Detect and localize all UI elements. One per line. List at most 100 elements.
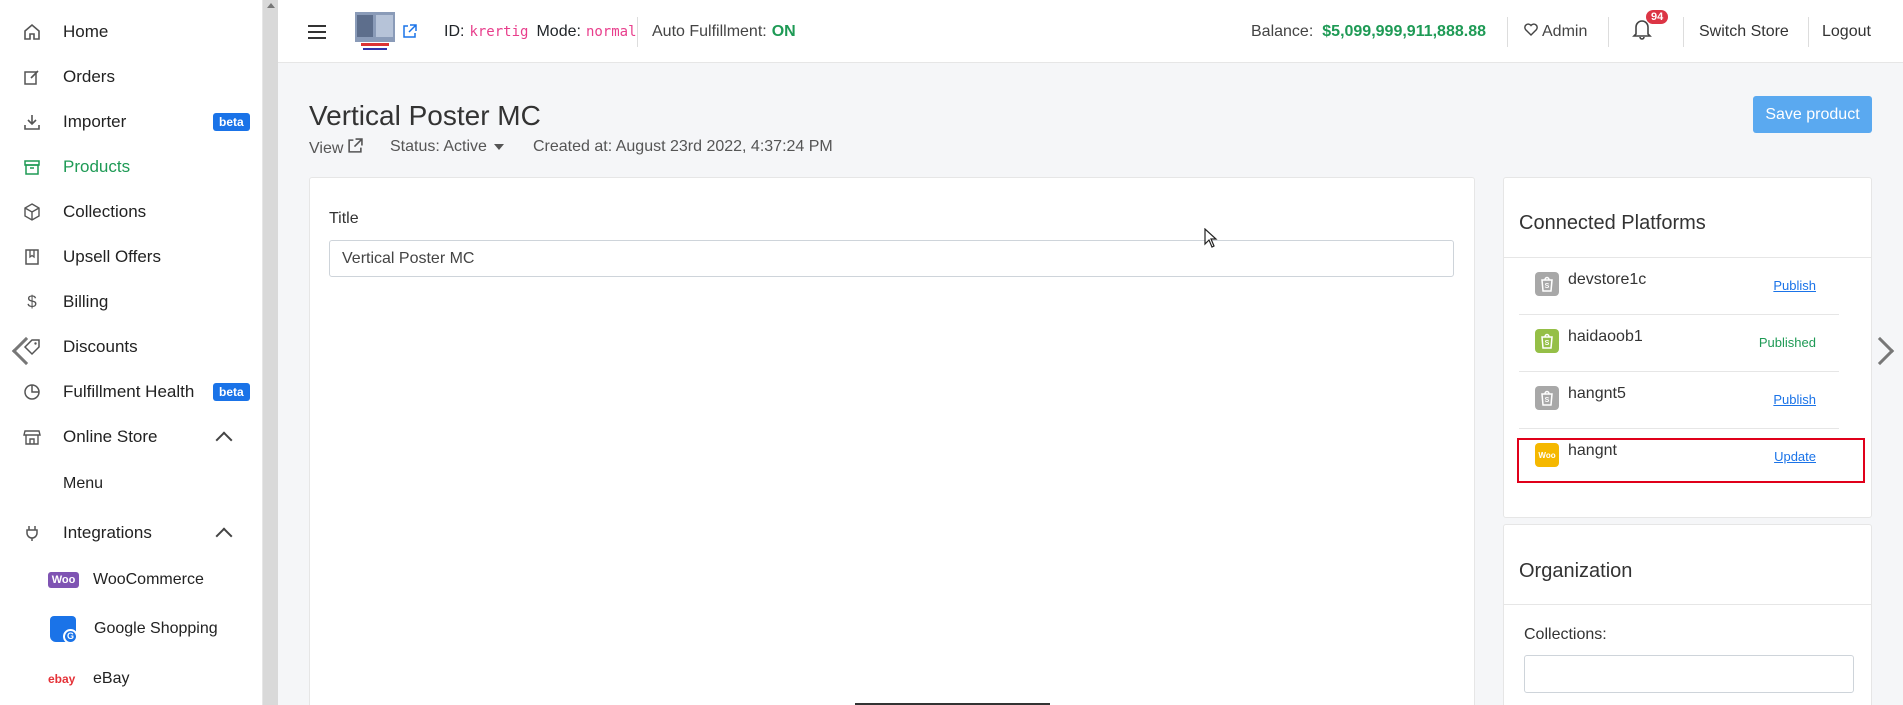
sidebar-item-upsell-offers[interactable]: Upsell Offers <box>0 234 263 279</box>
publish-link[interactable]: Publish <box>1773 392 1816 407</box>
admin-link[interactable]: Admin <box>1524 0 1587 63</box>
scroll-up-arrow-icon[interactable] <box>267 3 275 8</box>
edit-icon <box>22 67 42 87</box>
mode-value: normal <box>585 23 637 40</box>
logout-label: Logout <box>1822 22 1871 40</box>
mouse-cursor-icon <box>1204 227 1218 253</box>
auto-fulfillment-value: ON <box>771 22 796 40</box>
sidebar-item-importer[interactable]: Importer beta <box>0 99 263 144</box>
dollar-icon: $ <box>27 291 37 311</box>
view-link[interactable]: View <box>309 138 364 159</box>
box-icon <box>22 202 42 222</box>
sidebar-item-label: Integrations <box>63 522 152 542</box>
svg-text:S: S <box>1545 397 1550 404</box>
sidebar-item-label: Importer <box>63 111 127 131</box>
view-label: View <box>309 139 344 157</box>
created-at-text: Created at: August 23rd 2022, 4:37:24 PM <box>533 138 833 155</box>
divider <box>1608 17 1609 47</box>
sidebar-subitem-label: Google Shopping <box>94 619 218 637</box>
beta-badge: beta <box>213 112 250 131</box>
sidebar-item-label: Orders <box>63 66 115 86</box>
sidebar-item-label: Billing <box>63 291 109 311</box>
id-label: ID: <box>444 22 465 40</box>
logout-link[interactable]: Logout <box>1822 0 1871 63</box>
switch-store-label: Switch Store <box>1699 22 1789 40</box>
auto-fulfillment-label: Auto Fulfillment: <box>652 22 767 40</box>
shopify-icon: S <box>1535 329 1559 353</box>
sidebar-subitem-ebay[interactable]: ebay eBay <box>0 656 263 701</box>
sidebar-item-label: Home <box>63 21 109 41</box>
connected-platforms-heading: Connected Platforms <box>1519 212 1706 234</box>
sidebar-item-home[interactable]: Home <box>0 9 263 54</box>
mode-label: Mode: <box>536 22 581 40</box>
chevron-up-icon[interactable] <box>215 527 233 545</box>
store-id: ID: krertig Mode: normal <box>444 0 637 63</box>
divider <box>1504 604 1871 605</box>
sidebar: Home Orders Importer beta Products Colle… <box>0 0 263 705</box>
platform-row: S haidaoob1 Published <box>1519 315 1839 372</box>
sidebar-item-label: Collections <box>63 201 147 221</box>
caret-down-icon <box>493 144 504 150</box>
balance-value: $5,099,999,911,888.88 <box>1322 22 1486 40</box>
sidebar-item-label: Discounts <box>63 336 138 356</box>
sidebar-item-fulfillment-health[interactable]: Fulfillment Health beta <box>0 369 263 414</box>
divider <box>1808 17 1809 47</box>
platform-row: S hangnt5 Publish <box>1519 372 1839 429</box>
platform-name: hangnt5 <box>1568 385 1626 402</box>
status-dropdown[interactable]: Status: Active <box>390 138 504 156</box>
home-icon <box>22 22 42 42</box>
hamburger-menu-icon[interactable] <box>308 0 326 63</box>
sidebar-scrollbar[interactable] <box>263 0 278 705</box>
pie-chart-icon <box>22 382 42 402</box>
id-value: krertig <box>469 23 529 40</box>
sidebar-item-collections[interactable]: Collections <box>0 189 263 234</box>
sidebar-item-label: Products <box>63 156 131 176</box>
sidebar-subitem-menu[interactable]: Menu <box>0 461 263 506</box>
sidebar-item-online-store[interactable]: Online Store <box>0 414 263 459</box>
shopify-icon: S <box>1535 272 1559 296</box>
google-shopping-logo: G <box>48 614 78 644</box>
plug-icon <box>22 523 42 543</box>
woocommerce-logo: Woo <box>48 571 79 588</box>
status-label: Status: Active <box>390 138 487 155</box>
sidebar-subitem-google-shopping[interactable]: G Google Shopping <box>0 606 263 651</box>
publish-link[interactable]: Publish <box>1773 278 1816 293</box>
heart-icon <box>1524 22 1538 41</box>
page-title: Vertical Poster MC <box>309 100 541 131</box>
svg-text:S: S <box>1545 283 1550 290</box>
archive-icon <box>22 157 42 177</box>
divider <box>1683 17 1684 47</box>
ebay-logo: ebay <box>48 671 76 686</box>
sidebar-item-billing[interactable]: $ Billing <box>0 279 263 324</box>
shopify-icon: S <box>1535 386 1559 410</box>
published-status: Published <box>1758 335 1816 350</box>
collections-label: Collections: <box>1524 626 1607 643</box>
created-at: Created at: August 23rd 2022, 4:37:24 PM <box>533 138 833 156</box>
svg-text:S: S <box>1545 340 1550 347</box>
title-label: Title <box>329 210 359 227</box>
platform-name: haidaoob1 <box>1568 328 1643 345</box>
sidebar-subitem-label: eBay <box>93 669 130 687</box>
sidebar-item-orders[interactable]: Orders <box>0 54 263 99</box>
beta-badge: beta <box>213 382 250 401</box>
store-logo[interactable] <box>355 0 395 63</box>
platform-row: S devstore1c Publish <box>1519 258 1839 315</box>
notification-count-badge: 94 <box>1646 10 1669 24</box>
sidebar-item-integrations[interactable]: Integrations <box>0 510 263 555</box>
sidebar-item-discounts[interactable]: Discounts <box>0 324 263 369</box>
save-product-button[interactable]: Save product <box>1753 96 1872 133</box>
notifications-button[interactable]: 94 <box>1632 0 1669 63</box>
sidebar-subitem-label: WooCommerce <box>93 570 204 588</box>
auto-fulfillment: Auto Fulfillment: ON <box>652 0 796 63</box>
platform-name: devstore1c <box>1568 271 1647 288</box>
external-link-icon[interactable] <box>402 0 417 63</box>
topbar: ID: krertig Mode: normal Auto Fulfillmen… <box>278 0 1903 63</box>
title-input[interactable]: Vertical Poster MC <box>329 240 1454 277</box>
chevron-up-icon[interactable] <box>215 431 233 449</box>
collections-input[interactable] <box>1524 655 1854 693</box>
sidebar-item-products[interactable]: Products <box>0 144 263 189</box>
admin-label: Admin <box>1542 22 1588 40</box>
highlight-box <box>1517 438 1865 483</box>
switch-store-link[interactable]: Switch Store <box>1699 0 1789 63</box>
sidebar-subitem-woocommerce[interactable]: Woo WooCommerce <box>0 557 263 602</box>
